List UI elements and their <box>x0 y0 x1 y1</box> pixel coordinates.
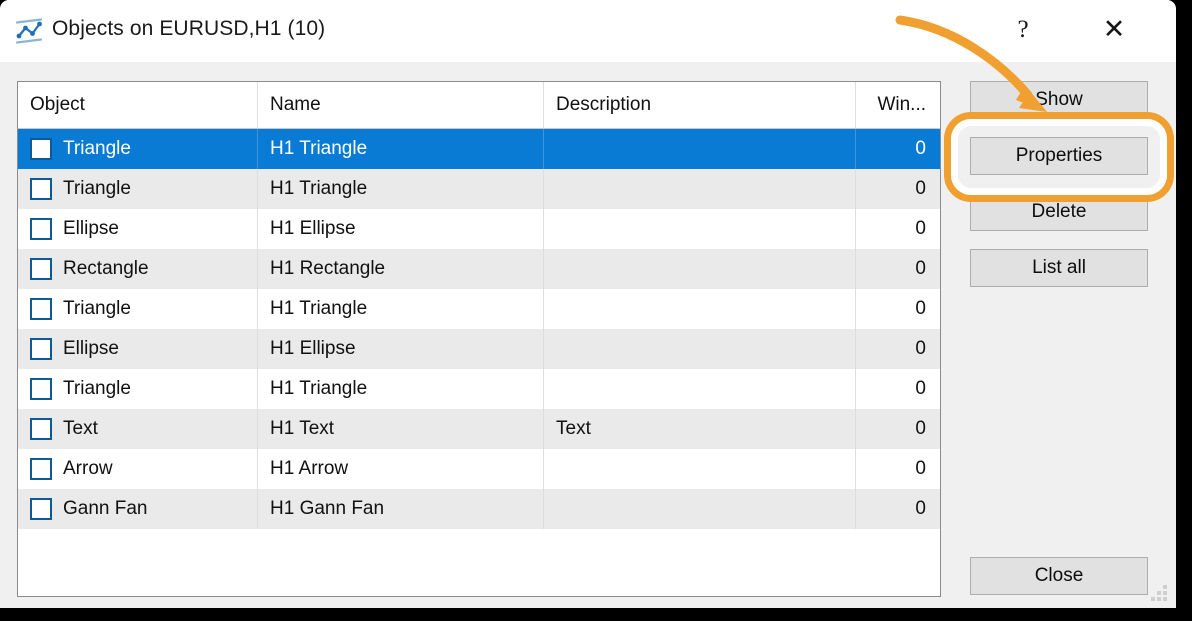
table-row[interactable]: Gann Fan H1 Gann Fan 0 <box>18 489 940 529</box>
close-window-button[interactable]: ✕ <box>1091 6 1137 52</box>
cell-object: Gann Fan <box>18 489 258 529</box>
cell-description <box>544 129 856 169</box>
cell-object: Triangle <box>18 289 258 329</box>
cell-window: 0 <box>915 298 926 319</box>
table-row[interactable]: Triangle H1 Triangle 0 <box>18 369 940 409</box>
table-body: Triangle H1 Triangle 0 Triangle H1 Triangle 0… <box>18 129 940 529</box>
object-type-label: Triangle <box>63 178 131 199</box>
cell-name: H1 Gann Fan <box>258 489 544 529</box>
table-header-row: Object Name Description Win... <box>18 82 940 129</box>
cell-window: 0 <box>915 418 926 439</box>
cell-description <box>544 369 856 409</box>
object-type-label: Triangle <box>63 298 131 319</box>
table-row[interactable]: Arrow H1 Arrow 0 <box>18 449 940 489</box>
cell-name: H1 Triangle <box>258 369 544 409</box>
object-type-label: Triangle <box>63 378 131 399</box>
objects-table: Object Name Description Win... Triangle H… <box>17 81 941 597</box>
cell-window: 0 <box>915 178 926 199</box>
object-type-label: Ellipse <box>63 218 119 239</box>
table-row[interactable]: Rectangle H1 Rectangle 0 <box>18 249 940 289</box>
table-row[interactable]: Text H1 Text Text 0 <box>18 409 940 449</box>
row-checkbox[interactable] <box>30 458 52 480</box>
cell-description <box>544 449 856 489</box>
resize-grip[interactable] <box>1151 585 1167 601</box>
row-checkbox[interactable] <box>30 178 52 200</box>
cell-description <box>544 489 856 529</box>
list-all-button[interactable]: List all <box>970 249 1148 287</box>
cell-description <box>544 289 856 329</box>
cell-name: H1 Ellipse <box>258 329 544 369</box>
close-button[interactable]: Close <box>970 557 1148 595</box>
table-row[interactable]: Triangle H1 Triangle 0 <box>18 169 940 209</box>
cell-object: Ellipse <box>18 329 258 369</box>
cell-object: Triangle <box>18 129 258 169</box>
column-header-name[interactable]: Name <box>258 82 544 128</box>
table-row[interactable]: Triangle H1 Triangle 0 <box>18 129 940 169</box>
cell-name: H1 Arrow <box>258 449 544 489</box>
object-type-label: Triangle <box>63 138 131 159</box>
close-icon: ✕ <box>1102 13 1126 44</box>
cell-name: H1 Triangle <box>258 169 544 209</box>
object-type-label: Text <box>63 418 98 439</box>
window-title: Objects on EURUSD,H1 (10) <box>52 17 326 40</box>
row-checkbox[interactable] <box>30 218 52 240</box>
cell-name: H1 Triangle <box>258 129 544 169</box>
cell-object: Text <box>18 409 258 449</box>
table-row[interactable]: Triangle H1 Triangle 0 <box>18 289 940 329</box>
cell-name: H1 Triangle <box>258 289 544 329</box>
title-bar: Objects on EURUSD,H1 (10) ? ✕ <box>0 0 1176 62</box>
cell-object: Triangle <box>18 369 258 409</box>
cell-description <box>544 209 856 249</box>
cell-window: 0 <box>915 458 926 479</box>
column-header-window[interactable]: Win... <box>856 82 940 128</box>
row-checkbox[interactable] <box>30 298 52 320</box>
cell-description <box>544 169 856 209</box>
object-type-label: Arrow <box>63 458 113 479</box>
column-header-object[interactable]: Object <box>18 82 258 128</box>
cell-description <box>544 329 856 369</box>
cell-object: Rectangle <box>18 249 258 289</box>
row-checkbox[interactable] <box>30 378 52 400</box>
row-checkbox[interactable] <box>30 338 52 360</box>
objects-dialog-window: Objects on EURUSD,H1 (10) ? ✕ Object Nam… <box>0 0 1176 608</box>
delete-button[interactable]: Delete <box>970 193 1148 231</box>
cell-description <box>544 249 856 289</box>
cell-window: 0 <box>915 498 926 519</box>
object-type-label: Rectangle <box>63 258 149 279</box>
cell-name: H1 Text <box>258 409 544 449</box>
cell-name: H1 Rectangle <box>258 249 544 289</box>
properties-button[interactable]: Properties <box>970 137 1148 175</box>
column-header-description[interactable]: Description <box>544 82 856 128</box>
row-checkbox[interactable] <box>30 498 52 520</box>
row-checkbox[interactable] <box>30 138 52 160</box>
cell-description: Text <box>544 409 856 449</box>
row-checkbox[interactable] <box>30 418 52 440</box>
cell-window: 0 <box>915 258 926 279</box>
cell-name: H1 Ellipse <box>258 209 544 249</box>
cell-window: 0 <box>915 338 926 359</box>
object-type-label: Gann Fan <box>63 498 148 519</box>
cell-window: 0 <box>915 378 926 399</box>
chart-line-icon <box>14 17 44 45</box>
cell-window: 0 <box>915 218 926 239</box>
cell-window: 0 <box>915 138 926 159</box>
help-button[interactable]: ? <box>1000 6 1046 52</box>
cell-object: Arrow <box>18 449 258 489</box>
table-row[interactable]: Ellipse H1 Ellipse 0 <box>18 209 940 249</box>
question-mark-icon: ? <box>1017 15 1029 43</box>
cell-object: Ellipse <box>18 209 258 249</box>
show-button[interactable]: Show <box>970 81 1148 119</box>
cell-object: Triangle <box>18 169 258 209</box>
table-row[interactable]: Ellipse H1 Ellipse 0 <box>18 329 940 369</box>
object-type-label: Ellipse <box>63 338 119 359</box>
row-checkbox[interactable] <box>30 258 52 280</box>
